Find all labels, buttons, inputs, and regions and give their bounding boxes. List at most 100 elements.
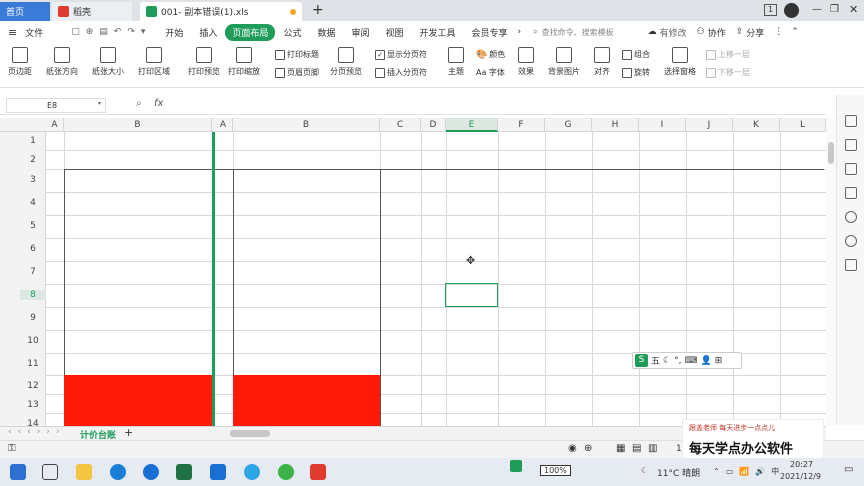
row-header-2[interactable]: 2 — [20, 155, 46, 165]
filter-icon[interactable] — [845, 163, 857, 175]
menu-developer[interactable]: 开发工具 — [412, 26, 464, 39]
select-tool-icon[interactable] — [845, 115, 857, 127]
col-header-j[interactable]: J — [686, 118, 733, 132]
sogou-tray-icon[interactable] — [510, 460, 522, 472]
print-scale-button[interactable]: 打印缩放 — [228, 47, 260, 77]
menu-insert[interactable]: 插入 — [191, 26, 225, 39]
colors-button[interactable]: 🎨 颜色 — [476, 49, 505, 60]
new-tab-button[interactable]: + — [312, 3, 324, 17]
pointer-icon[interactable] — [845, 139, 857, 151]
row-header-11[interactable]: 11 — [20, 359, 46, 369]
zoom-icon[interactable]: ⌕ — [136, 98, 142, 109]
align-button[interactable]: 对齐 — [594, 47, 610, 77]
row-header-12[interactable]: 12 — [20, 381, 46, 391]
menu-file[interactable]: 文件 — [17, 26, 51, 39]
fonts-button[interactable]: Aa 字体 — [476, 67, 505, 78]
collapse-icon[interactable]: ⌃ — [791, 27, 799, 37]
vertical-scrollbar[interactable] — [826, 118, 836, 426]
vertical-scroll-thumb[interactable] — [828, 142, 834, 164]
show-page-break-checkbox[interactable]: ✓ 显示分页符 — [375, 49, 427, 60]
mail-icon[interactable] — [210, 464, 226, 480]
menu-page-layout[interactable]: 页面布局 — [225, 23, 276, 41]
col-header-b[interactable]: B — [64, 118, 212, 132]
menu-view[interactable]: 视图 — [377, 26, 411, 39]
tab-home[interactable]: 首页 — [0, 2, 50, 21]
style-icon[interactable] — [845, 187, 857, 199]
header-footer-button[interactable]: 页眉页脚 — [275, 67, 319, 78]
location-icon[interactable] — [845, 235, 857, 247]
horizontal-scroll-thumb[interactable] — [230, 430, 270, 437]
paper-size-button[interactable]: 纸张大小 — [92, 47, 124, 77]
wps-icon[interactable] — [310, 464, 326, 480]
file-explorer-icon[interactable] — [76, 464, 92, 480]
minimize-icon[interactable]: — — [812, 4, 822, 15]
sheet-nav-arrows[interactable]: ‹‹‹››› — [8, 427, 66, 437]
split-pane-line[interactable] — [212, 132, 215, 426]
wechat-icon[interactable] — [278, 464, 294, 480]
col-header-a2[interactable]: A — [214, 118, 233, 132]
macro-icon[interactable]: ⚿ — [8, 443, 16, 454]
browser-icon[interactable] — [244, 464, 260, 480]
row-header-13[interactable]: 13 — [20, 400, 46, 410]
selection-pane-button[interactable]: 选择窗格 — [664, 47, 696, 77]
command-search-input[interactable]: 查找命令、搜索模板 — [542, 27, 638, 38]
col-header-l[interactable]: L — [780, 118, 826, 132]
quick-access-icons[interactable]: ▢⊕▤↶↷▾ — [71, 27, 151, 37]
sheet-grid[interactable]: ✥ — [46, 132, 826, 426]
punctuation-icon[interactable]: °, — [674, 356, 681, 366]
menu-formula[interactable]: 公式 — [275, 26, 309, 39]
edge-icon[interactable] — [110, 464, 126, 480]
print-titles-button[interactable]: 打印标题 — [275, 49, 319, 60]
add-sheet-button[interactable]: + — [124, 426, 133, 439]
row-header-5[interactable]: 5 — [20, 221, 46, 231]
page-break-preview-button[interactable]: 分页预览 — [330, 47, 362, 77]
col-header-b2[interactable]: B — [233, 118, 380, 132]
menu-data[interactable]: 数据 — [309, 26, 343, 39]
selected-cell[interactable] — [445, 283, 498, 307]
keyboard-icon[interactable]: ⌨ — [684, 356, 697, 366]
formula-input[interactable] — [172, 98, 812, 112]
tab-document[interactable]: 001- 副本错误(1).xls — [140, 2, 302, 21]
eye-icon[interactable]: ◉ — [568, 443, 577, 454]
task-view-icon[interactable] — [42, 464, 58, 480]
col-header-c[interactable]: C — [380, 118, 421, 132]
backup-icon[interactable] — [845, 259, 857, 271]
avatar[interactable] — [784, 3, 799, 18]
orientation-button[interactable]: 纸张方向 — [46, 47, 78, 77]
effects-button[interactable]: 效果 — [518, 47, 534, 77]
menu-review[interactable]: 审阅 — [343, 26, 377, 39]
windows-start-icon[interactable] — [10, 464, 26, 480]
col-header-e[interactable]: E — [446, 118, 498, 132]
row-header-4[interactable]: 4 — [20, 198, 46, 208]
battery-indicator[interactable]: 100% — [540, 465, 571, 476]
more-icon[interactable]: ⋮ — [774, 27, 783, 37]
page-layout-view-icon[interactable]: ▤ — [632, 443, 641, 454]
ime-wubi-button[interactable]: 五 — [651, 354, 660, 367]
edit-status[interactable]: 有修改 — [660, 26, 687, 39]
row-header-9[interactable]: 9 — [20, 313, 46, 323]
name-box[interactable]: E8 — [6, 98, 106, 113]
collab-button[interactable]: 协作 — [708, 26, 726, 39]
restore-icon[interactable]: ❐ — [830, 4, 839, 15]
row-header-3[interactable]: 3 — [20, 175, 46, 185]
page-break-view-icon[interactable]: ▥ — [648, 443, 657, 454]
ime-toolbar[interactable]: S 五 ☾ °, ⌨ 👤 ⊞ — [632, 352, 742, 369]
insert-page-break-button[interactable]: 插入分页符 — [375, 67, 427, 78]
hamburger-icon[interactable]: ≡ — [8, 26, 17, 39]
menu-member[interactable]: 会员专享 — [464, 26, 516, 39]
help-icon[interactable] — [845, 211, 857, 223]
clock-time[interactable]: 20:27 — [790, 460, 813, 469]
close-icon[interactable]: ✕ — [849, 3, 858, 16]
background-image-button[interactable]: 背景图片 — [548, 47, 580, 77]
notification-icon[interactable]: ▭ — [844, 464, 853, 475]
print-area-button[interactable]: 打印区域 — [138, 47, 170, 77]
share-button[interactable]: 分享 — [746, 26, 764, 39]
row-header-7[interactable]: 7 — [20, 267, 46, 277]
col-header-a[interactable]: A — [46, 118, 64, 132]
excel-icon[interactable] — [176, 464, 192, 480]
bring-forward-button[interactable]: 上移一层 — [706, 49, 750, 60]
weather-text[interactable]: 11°C 晴朗 — [657, 466, 700, 479]
row-header-1[interactable]: 1 — [20, 136, 46, 146]
moon-icon[interactable]: ☾ — [663, 356, 671, 366]
margins-button[interactable]: 页边距 — [8, 47, 32, 77]
